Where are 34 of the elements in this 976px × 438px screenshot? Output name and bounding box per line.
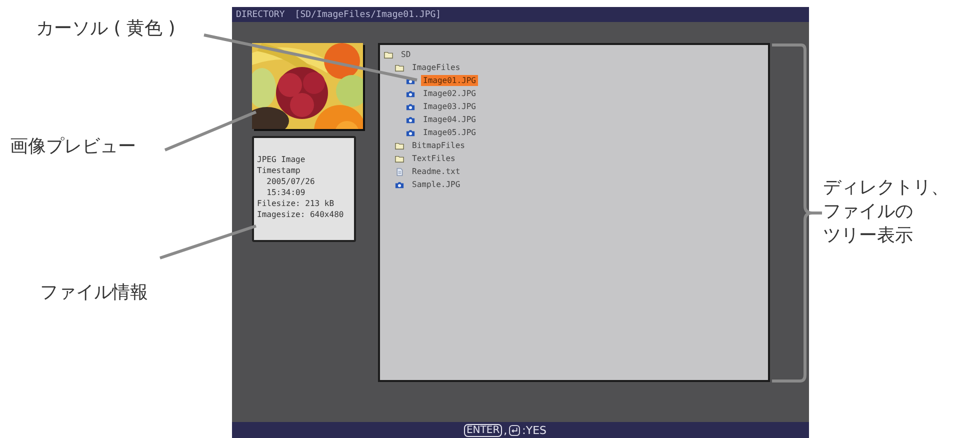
camera-icon — [406, 90, 415, 98]
camera-icon — [395, 180, 404, 188]
tree-item[interactable]: Image03.JPG — [421, 101, 478, 112]
camera-icon — [406, 76, 415, 84]
enter-icon — [509, 424, 520, 436]
document-icon — [395, 168, 404, 176]
callout-label: 画像プレビュー — [10, 136, 136, 158]
tree-item[interactable]: TextFiles — [410, 153, 458, 164]
path-text: [SD/ImageFiles/Image01.JPG] — [294, 10, 442, 20]
tree-item[interactable]: Readme.txt — [410, 166, 462, 177]
camera-icon — [406, 116, 415, 124]
tree-item[interactable]: ImageFiles — [410, 62, 462, 73]
file-info-line: Filesize: 213 kB — [257, 198, 336, 209]
tree-item[interactable]: BitmapFiles — [410, 140, 467, 151]
separator-text: , — [504, 424, 508, 436]
tree-item[interactable]: Sample.JPG — [410, 179, 462, 190]
file-info-line: 15:34:09 — [266, 187, 306, 198]
callout-label: ディレクトリ、 ファイルの ツリー表示 — [823, 176, 949, 248]
tree-item[interactable]: Image05.JPG — [421, 127, 478, 138]
tree-item[interactable]: Image02.JPG — [421, 88, 478, 99]
action-text: :YES — [522, 424, 547, 436]
file-info-line: JPEG Image — [257, 154, 306, 165]
tree-item[interactable]: Image01.JPG — [421, 75, 478, 86]
enter-key: ENTER — [464, 424, 502, 436]
tree-item[interactable]: SD — [399, 49, 413, 60]
file-info-line: Imagesize: 640x480 — [257, 209, 345, 220]
file-info-line: 2005/07/26 — [266, 176, 316, 187]
file-info-line: Timestamp — [257, 165, 302, 176]
camera-icon — [406, 128, 415, 136]
camera-icon — [406, 102, 415, 110]
callout-label: カーソル ( 黄色 ) — [36, 18, 176, 40]
window-title: DIRECTORY — [236, 10, 285, 20]
tree-item[interactable]: Image04.JPG — [421, 114, 478, 125]
callout-label: ファイル情報 — [40, 282, 148, 304]
